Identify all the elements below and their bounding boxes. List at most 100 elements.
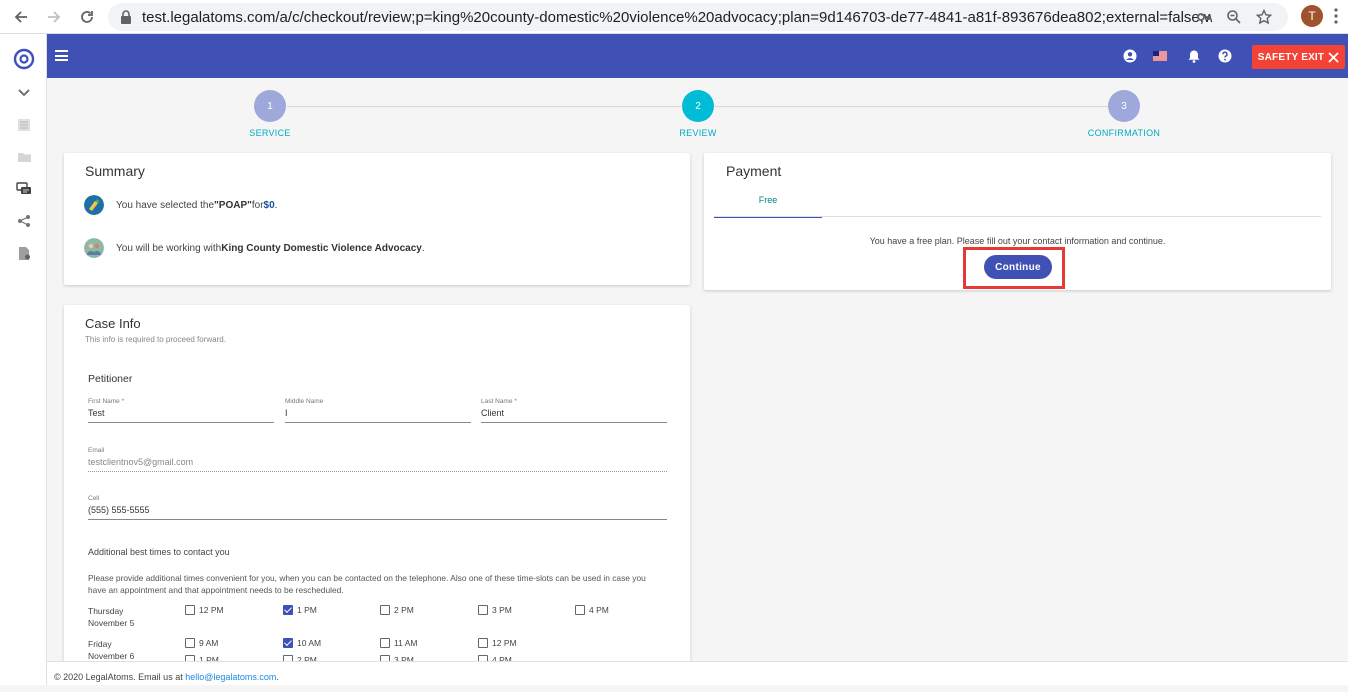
- petitioner-heading: Petitioner: [88, 373, 133, 385]
- chevron-down-icon[interactable]: [14, 83, 34, 103]
- day-row-thursday: Thursday November 5 12 PM 1 PM 2 PM 3 PM …: [88, 605, 668, 631]
- step-service[interactable]: 1 SERVICE: [220, 90, 320, 138]
- profile-avatar[interactable]: T: [1301, 5, 1323, 27]
- checkbox-box[interactable]: [478, 605, 488, 615]
- last-name-field[interactable]: Last Name * Client: [481, 398, 667, 423]
- plan-badge-icon: [84, 195, 104, 215]
- time-slot-checkbox[interactable]: 2 PM: [380, 605, 414, 615]
- cell-label: Cell: [88, 495, 100, 502]
- contact-times-help: Please provide additional times convenie…: [88, 573, 646, 595]
- step-confirmation[interactable]: 3 CONFIRMATION: [1074, 90, 1174, 138]
- summary-plan-row: You have selected the "POAP" for $0.: [84, 195, 277, 215]
- checkbox-box-checked[interactable]: [283, 605, 293, 615]
- tab-divider: [714, 216, 1321, 217]
- email-input: testclientnov5@gmail.com: [88, 457, 667, 472]
- first-name-input[interactable]: Test: [88, 408, 274, 423]
- close-icon: [1328, 51, 1339, 63]
- case-info-subtitle: This info is required to proceed forward…: [85, 335, 226, 344]
- time-slot-checkbox[interactable]: 12 PM: [185, 605, 224, 615]
- share-icon[interactable]: [14, 211, 34, 231]
- hamburger-menu-icon[interactable]: [55, 50, 68, 61]
- time-slot-checkbox[interactable]: 9 AM: [185, 638, 218, 648]
- time-slot-checkbox[interactable]: 10 AM: [283, 638, 321, 648]
- forward-arrow-icon[interactable]: [39, 2, 69, 32]
- last-name-label: Last Name *: [481, 398, 517, 405]
- checkbox-box[interactable]: [185, 638, 195, 648]
- footer-email-link[interactable]: hello@legalatoms.com: [185, 672, 276, 682]
- organization-name: King County Domestic Violence Advocacy: [221, 242, 422, 254]
- footer-text: © 2020 LegalAtoms. Email us at: [54, 672, 186, 682]
- email-label: Email: [88, 447, 105, 454]
- key-icon[interactable]: [1196, 9, 1212, 25]
- slot-label: 2 PM: [394, 605, 414, 615]
- time-slot-checkbox[interactable]: 3 PM: [478, 605, 512, 615]
- checkbox-box[interactable]: [185, 605, 195, 615]
- day-name: Thursday: [88, 606, 124, 616]
- summary-org-prefix: You will be working with: [116, 242, 222, 254]
- step-number: 1: [254, 90, 286, 122]
- us-flag-icon[interactable]: [1153, 51, 1167, 61]
- organization-icon: [84, 238, 104, 258]
- day-label: Thursday November 5: [88, 605, 178, 629]
- middle-name-input[interactable]: I: [285, 408, 471, 423]
- list-icon[interactable]: [14, 115, 34, 135]
- chat-icon[interactable]: [14, 179, 34, 199]
- time-slot-checkbox[interactable]: 4 PM: [575, 605, 609, 615]
- safety-exit-label: SAFETY EXIT: [1257, 51, 1325, 63]
- reload-icon[interactable]: [72, 2, 102, 32]
- slot-label: 4 PM: [589, 605, 609, 615]
- middle-name-field[interactable]: Middle Name I: [285, 398, 471, 423]
- help-icon[interactable]: [1218, 49, 1232, 63]
- checkbox-box-checked[interactable]: [283, 638, 293, 648]
- account-icon[interactable]: [1123, 49, 1137, 63]
- contact-times-heading: Additional best times to contact you: [88, 547, 230, 557]
- payment-card: Payment Free You have a free plan. Pleas…: [704, 153, 1331, 290]
- step-review[interactable]: 2 REVIEW: [648, 90, 748, 138]
- payment-title: Payment: [726, 163, 782, 179]
- step-label: SERVICE: [249, 128, 291, 138]
- slot-label: 3 PM: [492, 605, 512, 615]
- checkbox-box[interactable]: [380, 605, 390, 615]
- summary-card: Summary You have selected the "POAP" for…: [64, 153, 690, 285]
- case-info-card: Case Info This info is required to proce…: [64, 305, 690, 665]
- step-number: 3: [1108, 90, 1140, 122]
- payment-message: You have a free plan. Please fill out yo…: [869, 236, 1166, 246]
- slot-label: 1 PM: [297, 605, 317, 615]
- address-bar[interactable]: test.legalatoms.com/a/c/checkout/review;…: [108, 3, 1288, 31]
- summary-org-row: You will be working with King County Dom…: [84, 238, 425, 258]
- middle-name-label: Middle Name: [285, 398, 324, 405]
- first-name-field[interactable]: First Name * Test: [88, 398, 274, 423]
- summary-plan-prefix: You have selected the: [116, 199, 215, 211]
- slot-label: 12 PM: [199, 605, 224, 615]
- kebab-menu-icon[interactable]: [1334, 8, 1338, 28]
- left-rail: [0, 34, 47, 685]
- checkbox-box[interactable]: [575, 605, 585, 615]
- summary-plan-suffix: .: [274, 199, 278, 211]
- time-slot-checkbox[interactable]: 12 PM: [478, 638, 517, 648]
- document-settings-icon[interactable]: [14, 243, 34, 263]
- legalatoms-logo-icon[interactable]: [13, 48, 35, 70]
- last-name-input[interactable]: Client: [481, 408, 667, 423]
- zoom-icon[interactable]: [1226, 9, 1242, 25]
- tab-free[interactable]: Free: [714, 190, 822, 218]
- email-field: Email testclientnov5@gmail.com: [88, 447, 667, 472]
- folder-icon[interactable]: [14, 147, 34, 167]
- checkbox-box[interactable]: [380, 638, 390, 648]
- back-arrow-icon[interactable]: [6, 2, 36, 32]
- lock-icon: [121, 10, 131, 24]
- day-name: Friday: [88, 639, 112, 649]
- time-slot-checkbox[interactable]: 11 AM: [380, 638, 417, 648]
- footer: © 2020 LegalAtoms. Email us at hello@leg…: [47, 661, 1348, 685]
- star-icon[interactable]: [1256, 9, 1272, 25]
- summary-plan-mid: for: [251, 199, 264, 211]
- cell-input[interactable]: (555) 555-5555: [88, 505, 667, 520]
- safety-exit-button[interactable]: SAFETY EXIT: [1252, 45, 1345, 69]
- plan-price: $0: [263, 199, 275, 211]
- summary-org-suffix: .: [421, 242, 425, 254]
- continue-button[interactable]: Continue: [984, 255, 1052, 279]
- bell-icon[interactable]: [1187, 49, 1201, 63]
- time-slot-checkbox[interactable]: 1 PM: [283, 605, 317, 615]
- cell-field[interactable]: Cell (555) 555-5555: [88, 495, 667, 520]
- checkbox-box[interactable]: [478, 638, 488, 648]
- stepper-line: [715, 106, 1108, 107]
